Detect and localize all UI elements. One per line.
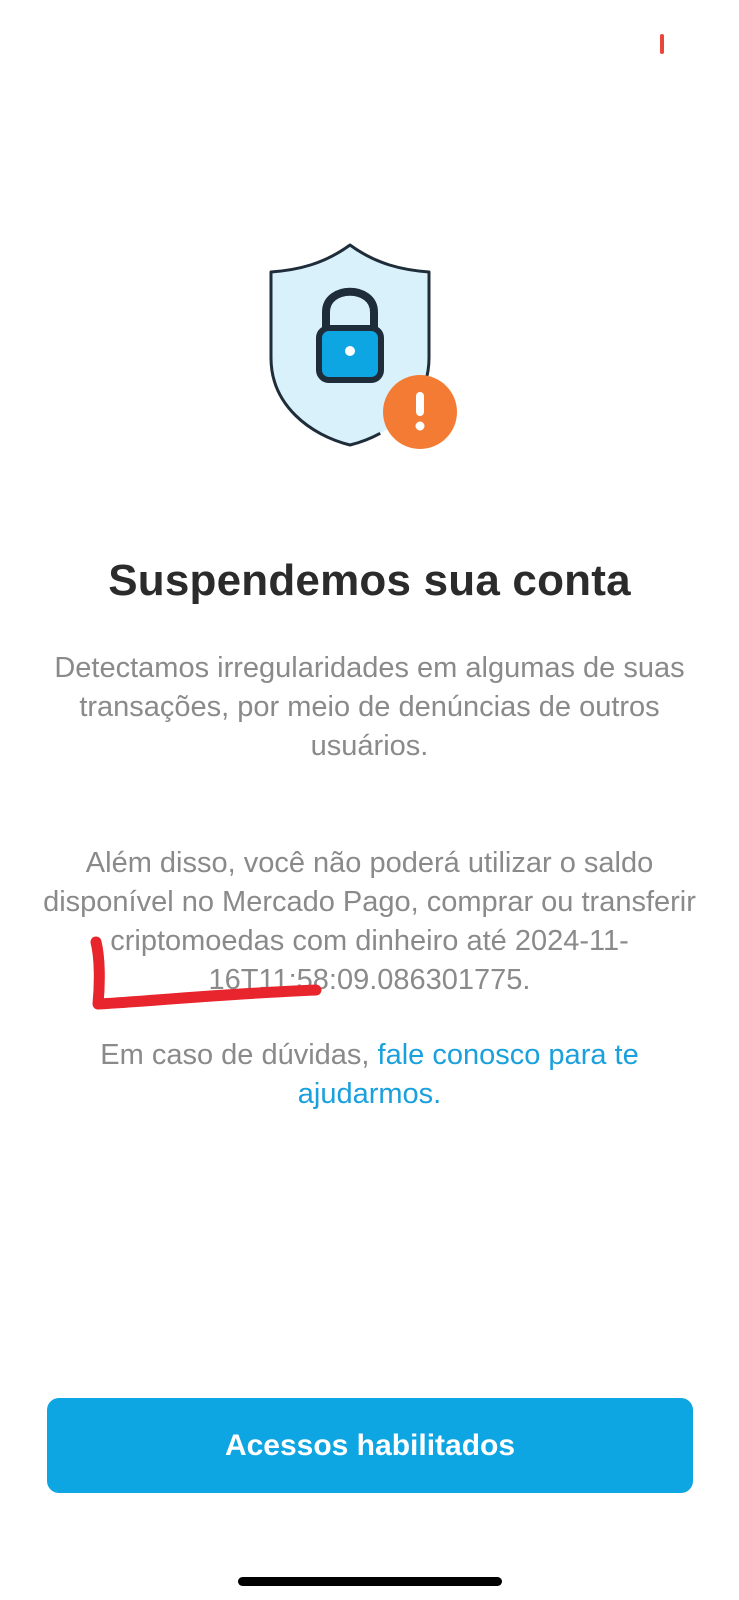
keyhole bbox=[345, 346, 355, 356]
suspension-reason-text: Detectamos irregularidades em algumas de… bbox=[54, 652, 685, 762]
help-text: Em caso de dúvidas, fale conosco para te… bbox=[40, 1036, 699, 1114]
status-indicator bbox=[660, 34, 664, 54]
page-title: Suspendemos sua conta bbox=[108, 556, 631, 605]
shield-lock-alert-illustration bbox=[266, 240, 476, 460]
home-indicator[interactable] bbox=[238, 1577, 502, 1586]
shield-lock-alert-icon bbox=[269, 243, 457, 449]
restriction-notice-text: Além disso, você não poderá utilizar o s… bbox=[40, 844, 699, 1000]
help-prefix: Em caso de dúvidas, bbox=[100, 1039, 378, 1071]
enabled-access-button[interactable]: Acessos habilitados bbox=[47, 1398, 693, 1493]
